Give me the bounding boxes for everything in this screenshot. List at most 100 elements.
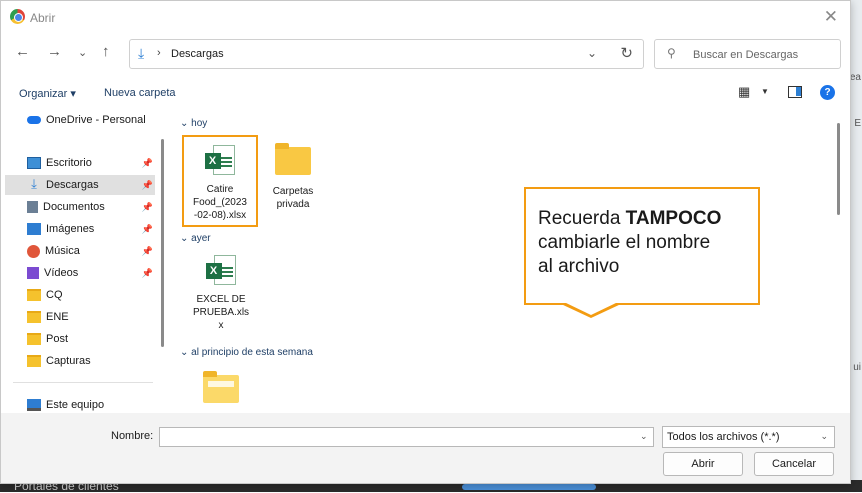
group-header-this-week[interactable]: ⌄ al principio de esta semana xyxy=(180,347,313,358)
videos-icon xyxy=(27,267,39,279)
folder-icon xyxy=(27,355,41,367)
file-item-excel-de-prueba[interactable]: X EXCEL DE PRUEBA.xls x xyxy=(183,247,259,339)
sidebar-item-label: Este equipo xyxy=(46,399,155,411)
pin-icon[interactable]: 📌 xyxy=(142,158,153,169)
file-name-line: x xyxy=(183,319,259,332)
breadcrumb-separator-icon: › xyxy=(157,47,161,59)
file-name-label: Nombre: xyxy=(111,430,153,442)
navigation-pane: OneDrive - Personal Escritorio 📌 ⤓ Desca… xyxy=(1,109,169,412)
sidebar-item-escritorio[interactable]: Escritorio 📌 xyxy=(5,153,155,173)
excel-file-icon: X xyxy=(205,145,236,177)
preview-pane-icon[interactable] xyxy=(788,86,802,98)
address-bar[interactable]: ⤓ › Descargas ⌄ ↻ xyxy=(129,39,644,69)
group-header-yesterday[interactable]: ⌄ ayer xyxy=(180,233,211,244)
sidebar-item-videos[interactable]: Vídeos 📌 xyxy=(5,263,155,283)
open-file-dialog: Abrir ✕ ← → ⌄ ↑ ⤓ › Descargas ⌄ ↻ ⚲ Busc… xyxy=(0,0,851,484)
folder-item-carpetas-privada[interactable]: Carpetas privada xyxy=(255,135,331,227)
sidebar-item-musica[interactable]: Música 📌 xyxy=(5,241,155,261)
sidebar-item-label: Imágenes xyxy=(46,223,155,235)
sidebar-item-label: CQ xyxy=(46,289,155,301)
sidebar-item-capturas[interactable]: Capturas xyxy=(5,351,155,371)
file-name-input[interactable] xyxy=(159,427,654,447)
pin-icon[interactable]: 📌 xyxy=(142,224,153,235)
group-header-today[interactable]: ⌄ hoy xyxy=(180,118,207,129)
folder-icon xyxy=(27,311,41,323)
chrome-icon xyxy=(10,9,25,24)
this-pc-icon xyxy=(27,399,41,411)
command-bar: Organizar ▾ Nueva carpeta ▦ ▼ ? xyxy=(1,81,850,107)
forward-arrow-icon[interactable]: → xyxy=(47,43,62,60)
title-bar: Abrir ✕ xyxy=(1,1,850,33)
back-arrow-icon[interactable]: ← xyxy=(15,43,30,60)
sidebar-item-este-equipo[interactable]: Este equipo xyxy=(5,395,155,412)
file-type-select[interactable]: Todos los archivos (*.*) ⌄ xyxy=(662,426,835,448)
sidebar-item-label: OneDrive - Personal xyxy=(46,114,155,126)
folder-icon xyxy=(27,333,41,345)
sidebar-item-label: Capturas xyxy=(46,355,155,367)
sidebar-item-label: Vídeos xyxy=(44,267,155,279)
chevron-down-icon[interactable]: ⌄ xyxy=(587,46,597,60)
pin-icon[interactable]: 📌 xyxy=(142,180,153,191)
file-name-line: privada xyxy=(255,198,331,211)
open-button[interactable]: Abrir xyxy=(663,452,743,476)
up-arrow-icon[interactable]: ↑ xyxy=(102,43,110,60)
view-options-icon[interactable]: ▦ xyxy=(738,84,750,100)
recent-locations-chevron-icon[interactable]: ⌄ xyxy=(78,46,87,59)
documents-icon xyxy=(27,201,38,213)
breadcrumb-descargas[interactable]: Descargas xyxy=(171,48,224,60)
sidebar-item-label: Documentos xyxy=(43,201,155,213)
excel-file-icon: X xyxy=(206,255,237,287)
callout-bold-text: TAMPOCO xyxy=(626,208,722,229)
file-item-catire-food[interactable]: X Catire Food_(2023 -02-08).xlsx xyxy=(182,135,258,227)
folder-icon xyxy=(27,289,41,301)
callout-pointer xyxy=(561,304,621,318)
refresh-icon[interactable]: ↻ xyxy=(620,44,633,62)
new-folder-button[interactable]: Nueva carpeta xyxy=(104,87,176,99)
chevron-down-icon: ⌄ xyxy=(820,431,828,442)
images-icon xyxy=(27,223,41,235)
sidebar-item-label: Post xyxy=(46,333,155,345)
organize-button[interactable]: Organizar ▾ xyxy=(19,87,76,100)
close-icon[interactable]: ✕ xyxy=(824,7,838,27)
download-icon: ⤓ xyxy=(138,45,144,62)
help-icon[interactable]: ? xyxy=(820,85,835,100)
sidebar-item-label: ENE xyxy=(46,311,155,323)
cancel-button[interactable]: Cancelar xyxy=(754,452,834,476)
callout-text: cambiarle el nombre xyxy=(538,232,710,253)
sidebar-divider xyxy=(13,382,153,383)
file-name-line: Food_(2023 xyxy=(184,196,256,209)
file-name-line: Carpetas xyxy=(255,185,331,198)
background-text: ea xyxy=(850,72,861,83)
sidebar-item-cq[interactable]: CQ xyxy=(5,285,155,305)
search-placeholder: Buscar en Descargas xyxy=(693,49,798,61)
pin-icon[interactable]: 📌 xyxy=(142,246,153,257)
background-text: E xyxy=(854,118,861,129)
desktop-icon xyxy=(27,157,41,169)
dialog-footer: Nombre: ⌄ Todos los archivos (*.*) ⌄ Abr… xyxy=(1,413,850,483)
sidebar-scrollbar[interactable] xyxy=(161,139,164,347)
sidebar-item-label: Descargas xyxy=(46,179,155,191)
background-text: ui xyxy=(853,362,861,373)
music-icon xyxy=(27,245,40,258)
group-header-label: ayer xyxy=(191,233,210,244)
sidebar-item-descargas[interactable]: ⤓ Descargas 📌 xyxy=(5,175,155,195)
pin-icon[interactable]: 📌 xyxy=(142,268,153,279)
background-button xyxy=(462,484,596,490)
caret-down-icon[interactable]: ▼ xyxy=(761,87,769,96)
onedrive-icon xyxy=(27,116,41,124)
sidebar-item-label: Escritorio xyxy=(46,157,155,169)
folder-icon xyxy=(203,375,239,403)
sidebar-item-ene[interactable]: ENE xyxy=(5,307,155,327)
sidebar-item-documentos[interactable]: Documentos 📌 xyxy=(5,197,155,217)
sidebar-item-imagenes[interactable]: Imágenes 📌 xyxy=(5,219,155,239)
sidebar-item-post[interactable]: Post xyxy=(5,329,155,349)
sidebar-item-onedrive[interactable]: OneDrive - Personal xyxy=(5,110,155,130)
content-scrollbar[interactable] xyxy=(837,123,840,215)
folder-item-cq[interactable]: CQ xyxy=(183,363,259,412)
search-box[interactable]: ⚲ Buscar en Descargas xyxy=(654,39,841,69)
sidebar-item-label: Música xyxy=(45,245,155,257)
chevron-down-icon[interactable]: ⌄ xyxy=(640,431,648,442)
folder-icon xyxy=(275,147,311,175)
download-icon: ⤓ xyxy=(27,178,41,192)
pin-icon[interactable]: 📌 xyxy=(142,202,153,213)
